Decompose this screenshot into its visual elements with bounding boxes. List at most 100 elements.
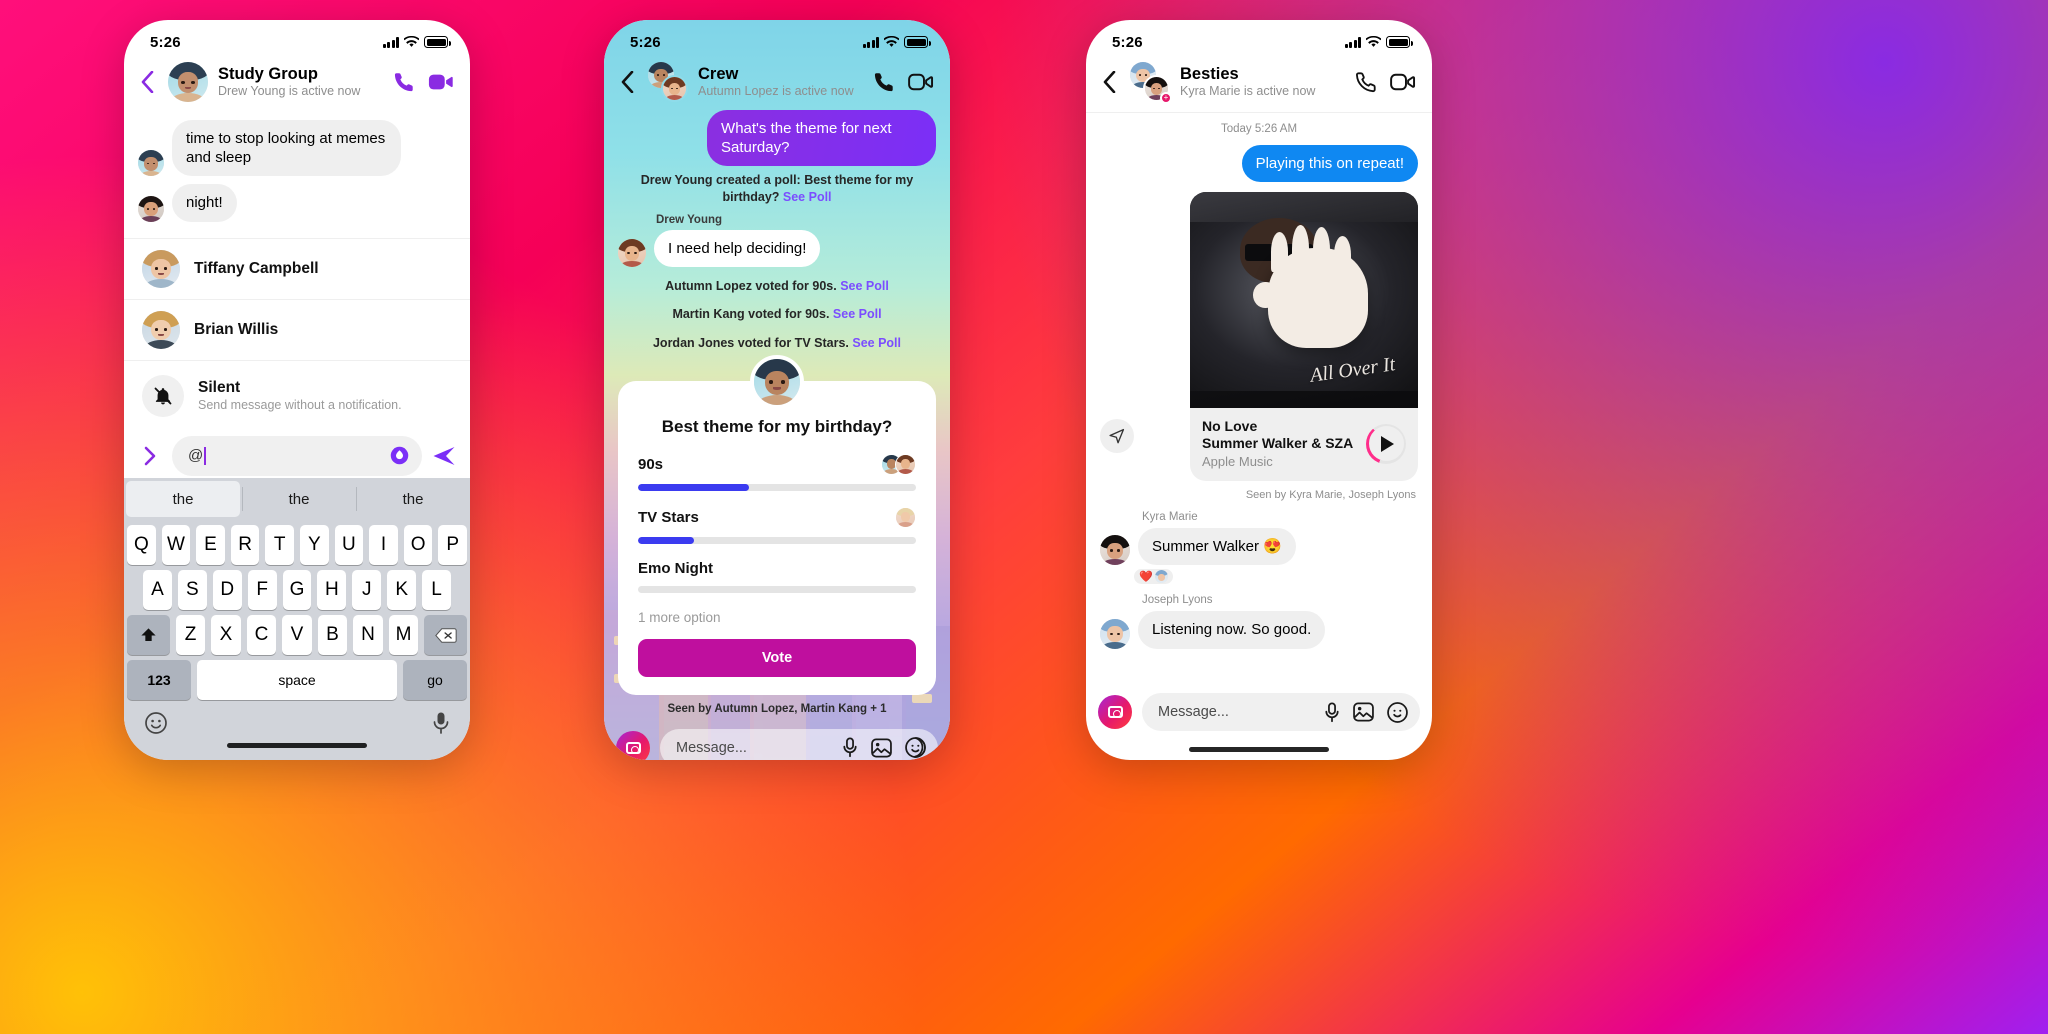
- message-bubble[interactable]: Playing this on repeat!: [1241, 145, 1418, 183]
- send-arrow-icon[interactable]: [432, 445, 456, 467]
- poll-option-90s[interactable]: 90s: [638, 453, 916, 491]
- message-effects-icon[interactable]: [389, 445, 410, 466]
- suggestion-2[interactable]: the: [356, 478, 470, 520]
- message-input[interactable]: @: [172, 435, 422, 476]
- avatar[interactable]: [168, 62, 208, 102]
- key-w[interactable]: W: [161, 525, 191, 565]
- key-a[interactable]: A: [143, 570, 172, 610]
- key-d[interactable]: D: [212, 570, 242, 610]
- photo-gallery-icon[interactable]: [871, 738, 892, 758]
- key-i[interactable]: I: [369, 525, 398, 565]
- key-k[interactable]: K: [387, 570, 417, 610]
- message-bubble[interactable]: Summer Walker 😍: [1138, 528, 1296, 566]
- emoji-smiley-icon[interactable]: [144, 711, 168, 735]
- key-t[interactable]: T: [265, 525, 294, 565]
- key-j[interactable]: J: [352, 570, 382, 610]
- mention-item-tiffany[interactable]: Tiffany Campbell: [124, 239, 470, 300]
- vote-button[interactable]: Vote: [638, 638, 916, 677]
- header-names: Besties Kyra Marie is active now: [1180, 65, 1345, 98]
- avatar[interactable]: [648, 62, 688, 102]
- header-names: Study Group Drew Young is active now: [218, 65, 383, 98]
- backspace-icon[interactable]: [424, 615, 468, 655]
- back-chevron-icon[interactable]: [1098, 69, 1120, 95]
- video-call-icon[interactable]: [908, 72, 934, 92]
- phone-call-icon[interactable]: [1355, 71, 1377, 93]
- key-m[interactable]: M: [388, 615, 419, 655]
- message-row: All Over It No Love Summer Walker & SZA …: [1086, 184, 1432, 483]
- header-actions: [393, 71, 454, 93]
- key-b[interactable]: B: [317, 615, 348, 655]
- see-poll-link[interactable]: See Poll: [840, 279, 889, 293]
- status-icons: [382, 36, 451, 48]
- mention-item-brian[interactable]: Brian Willis: [124, 300, 470, 361]
- poll-option-tv-stars[interactable]: TV Stars: [638, 506, 916, 544]
- avatar[interactable]: +: [1130, 62, 1172, 104]
- message-bubble[interactable]: I need help deciding!: [654, 229, 821, 268]
- key-q[interactable]: Q: [127, 525, 156, 565]
- key-x[interactable]: X: [211, 615, 241, 655]
- message-row: Summer Walker 😍: [1086, 526, 1432, 567]
- key-g[interactable]: G: [282, 570, 312, 610]
- page-title: Besties: [1180, 65, 1239, 84]
- suggestion-1[interactable]: the: [242, 478, 356, 520]
- shift-up-icon[interactable]: [126, 615, 170, 655]
- message-bubble[interactable]: What's the theme for next Saturday?: [707, 110, 936, 167]
- key-u[interactable]: U: [334, 525, 364, 565]
- key-s[interactable]: S: [177, 570, 207, 610]
- poll-option-emo-night[interactable]: Emo Night: [638, 560, 916, 593]
- camera-icon[interactable]: [616, 730, 650, 760]
- video-call-icon[interactable]: [428, 72, 454, 92]
- phone-call-icon[interactable]: [393, 71, 415, 93]
- more-options-label[interactable]: 1 more option: [638, 610, 916, 625]
- microphone-icon[interactable]: [432, 711, 450, 735]
- photo-gallery-icon[interactable]: [1353, 702, 1374, 722]
- status-bar: 5:26: [604, 20, 950, 56]
- phone-call-icon[interactable]: [873, 71, 895, 93]
- see-poll-link[interactable]: See Poll: [783, 190, 832, 204]
- key-f[interactable]: F: [247, 570, 277, 610]
- message-reaction[interactable]: ❤️: [1132, 567, 1175, 587]
- key-e[interactable]: E: [196, 525, 225, 565]
- sticker-icon[interactable]: [1387, 701, 1408, 723]
- back-chevron-icon[interactable]: [616, 69, 638, 95]
- suggestion-0[interactable]: the: [126, 481, 240, 517]
- message-bubble[interactable]: time to stop looking at memes and sleep: [172, 120, 401, 177]
- key-r[interactable]: R: [230, 525, 260, 565]
- message-composer: Message...: [604, 721, 950, 760]
- voter-name: Jordan Jones: [652, 335, 735, 350]
- key-v[interactable]: V: [282, 615, 312, 655]
- share-arrow-icon[interactable]: [1100, 419, 1134, 453]
- message-input[interactable]: Message...: [660, 728, 938, 760]
- microphone-icon[interactable]: [842, 737, 858, 758]
- silent-send-option[interactable]: Silent Send message without a notificati…: [124, 361, 470, 428]
- microphone-icon[interactable]: [1324, 701, 1340, 723]
- video-call-icon[interactable]: [1390, 72, 1416, 92]
- key-o[interactable]: O: [403, 525, 433, 565]
- see-poll-link[interactable]: See Poll: [852, 336, 901, 350]
- sticker-icon[interactable]: [905, 737, 926, 758]
- numbers-key[interactable]: 123: [127, 660, 191, 700]
- key-h[interactable]: H: [317, 570, 347, 610]
- message-bubble[interactable]: night!: [172, 184, 237, 222]
- vote-text: voted for TV Stars.: [734, 335, 853, 350]
- music-share-card[interactable]: All Over It No Love Summer Walker & SZA …: [1190, 192, 1418, 482]
- key-p[interactable]: P: [438, 525, 467, 565]
- back-chevron-icon[interactable]: [136, 69, 158, 95]
- message-bubble[interactable]: Listening now. So good.: [1138, 611, 1326, 649]
- poll-option-bar: [638, 585, 916, 593]
- key-y[interactable]: Y: [300, 525, 329, 565]
- key-l[interactable]: L: [422, 570, 452, 610]
- hand-illustration: [1253, 224, 1368, 348]
- go-key[interactable]: go: [403, 660, 467, 700]
- chat-header: Crew Autumn Lopez is active now: [604, 56, 950, 112]
- see-poll-link[interactable]: See Poll: [833, 307, 882, 321]
- play-button-icon[interactable]: [1366, 423, 1406, 464]
- key-c[interactable]: C: [246, 615, 277, 655]
- message-input[interactable]: Message...: [1142, 693, 1420, 731]
- battery-full-icon: [1386, 36, 1413, 48]
- space-key[interactable]: space: [197, 660, 397, 700]
- camera-icon[interactable]: [1098, 695, 1132, 729]
- key-n[interactable]: N: [353, 615, 383, 655]
- chevron-right-icon[interactable]: [138, 446, 162, 466]
- key-z[interactable]: Z: [175, 615, 206, 655]
